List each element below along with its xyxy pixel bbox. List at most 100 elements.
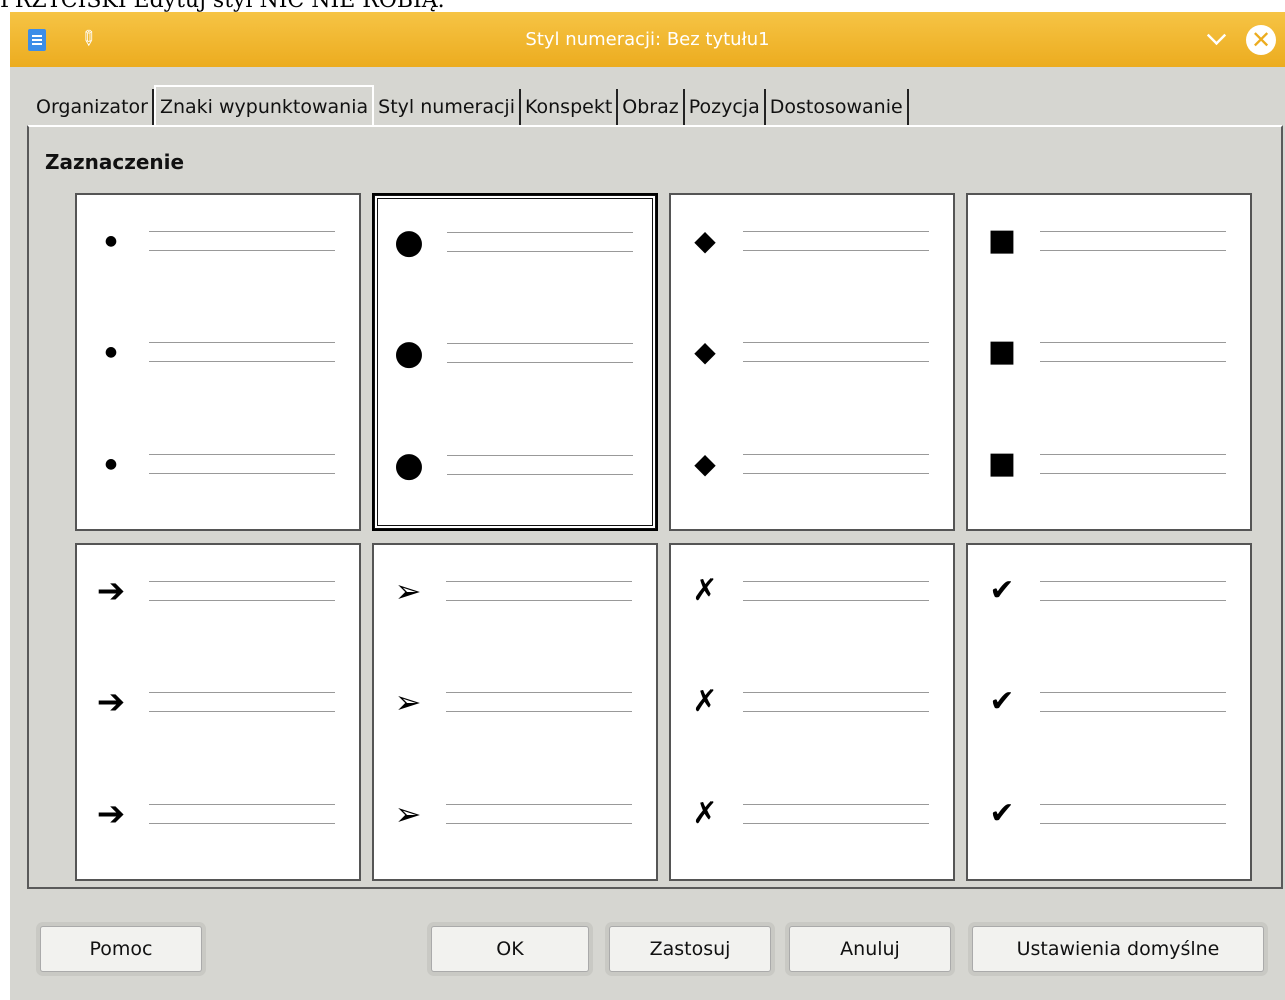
diamond-bullet-icon: ◆ — [694, 224, 716, 257]
preview-row: ● — [375, 222, 655, 262]
tab-organizer[interactable]: Organizator — [32, 89, 154, 125]
large-dot-bullet-icon: ● — [394, 445, 424, 485]
preview-line — [446, 823, 632, 824]
square-bullet-icon: ■ — [987, 446, 1017, 481]
small-dot-bullet-icon: ● — [104, 344, 118, 360]
arrowhead-bullet-icon: ➢ — [394, 683, 422, 721]
tab-panel: Zaznaczenie ● ● ● ● ● ● ◆ ◆ ◆ ■ ■ ■ ➔ ➔ ➔ ➢ ➢ ➢ ✗ ✗ ✗ ✔ ✔ ✔ — [27, 125, 1283, 889]
preview-line — [743, 600, 929, 601]
preview-line — [743, 473, 929, 474]
preview-line — [1040, 692, 1226, 693]
preview-row: ● — [77, 221, 359, 261]
preview-line — [1040, 804, 1226, 805]
apply-button[interactable]: Zastosuj — [609, 926, 771, 972]
bullet-style-small-dot[interactable]: ● ● ● — [75, 193, 361, 531]
preview-line — [1040, 581, 1226, 582]
diamond-bullet-icon: ◆ — [694, 447, 716, 480]
preview-row: ■ — [968, 444, 1250, 484]
arrow-bullet-icon: ➔ — [96, 571, 126, 611]
arrow-bullet-icon: ➔ — [96, 794, 126, 834]
help-button[interactable]: Pomoc — [40, 926, 202, 972]
preview-row: ● — [375, 445, 655, 485]
preview-line — [1040, 823, 1226, 824]
preview-line — [1040, 342, 1226, 343]
small-dot-bullet-icon: ● — [104, 233, 118, 249]
large-dot-bullet-icon: ● — [394, 222, 424, 262]
preview-row: ◆ — [671, 332, 953, 372]
preview-line — [743, 250, 929, 251]
preview-row: ◆ — [671, 221, 953, 261]
preview-row: ◆ — [671, 444, 953, 484]
tab-outline[interactable]: Konspekt — [520, 89, 619, 125]
square-bullet-icon: ■ — [987, 334, 1017, 369]
preview-row: ➢ — [374, 571, 656, 611]
preview-line — [149, 804, 335, 805]
preview-line — [447, 474, 633, 475]
bullet-style-arrowhead[interactable]: ➢ ➢ ➢ — [372, 543, 658, 881]
preview-row: ■ — [968, 332, 1250, 372]
preview-line — [447, 232, 633, 233]
preview-line — [149, 250, 335, 251]
bullet-style-diamond[interactable]: ◆ ◆ ◆ — [669, 193, 955, 531]
ok-button[interactable]: OK — [431, 926, 589, 972]
defaults-button[interactable]: Ustawienia domyślne — [972, 926, 1264, 972]
arrow-bullet-icon: ➔ — [96, 682, 126, 722]
tab-numbering-style[interactable]: Styl numeracji — [374, 89, 521, 125]
preview-line — [149, 454, 335, 455]
preview-row: ➢ — [374, 794, 656, 834]
preview-line — [743, 454, 929, 455]
preview-line — [446, 581, 632, 582]
bullet-style-cross[interactable]: ✗ ✗ ✗ — [669, 543, 955, 881]
window-title: Styl numeracji: Bez tytułu1 — [525, 29, 770, 50]
preview-row: ✔ — [968, 794, 1250, 834]
preview-row: ● — [77, 332, 359, 372]
bullet-style-square[interactable]: ■ ■ ■ — [966, 193, 1252, 531]
preview-line — [447, 362, 633, 363]
cancel-button[interactable]: Anuluj — [789, 926, 951, 972]
preview-line — [149, 231, 335, 232]
preview-line — [149, 692, 335, 693]
diamond-bullet-icon: ◆ — [694, 335, 716, 368]
preview-row: ● — [375, 333, 655, 373]
preview-line — [446, 711, 632, 712]
preview-line — [743, 342, 929, 343]
tab-bar: Organizator Znaki wypunktowania Styl num… — [32, 85, 909, 127]
bullet-style-grid: ● ● ● ● ● ● ◆ ◆ ◆ ■ ■ ■ ➔ ➔ ➔ ➢ ➢ ➢ ✗ ✗ ✗ ✔ ✔ ✔ — [75, 193, 1259, 887]
close-icon[interactable]: ✕ — [1246, 25, 1276, 55]
preview-row: ➔ — [77, 571, 359, 611]
bullet-style-large-dot[interactable]: ● ● ● — [372, 193, 658, 531]
preview-row: ✗ — [671, 794, 953, 834]
bullet-style-checkmark[interactable]: ✔ ✔ ✔ — [966, 543, 1252, 881]
square-bullet-icon: ■ — [987, 223, 1017, 258]
preview-row: ✗ — [671, 571, 953, 611]
tab-image[interactable]: Obraz — [618, 89, 685, 125]
preview-line — [743, 231, 929, 232]
preview-line — [149, 361, 335, 362]
bullet-style-arrow[interactable]: ➔ ➔ ➔ — [75, 543, 361, 881]
preview-line — [743, 711, 929, 712]
cross-bullet-icon: ✗ — [692, 573, 718, 608]
cross-bullet-icon: ✗ — [692, 684, 718, 719]
arrowhead-bullet-icon: ➢ — [394, 572, 422, 610]
preview-line — [1040, 231, 1226, 232]
preview-line — [149, 823, 335, 824]
numbering-style-dialog: ✎ Styl numeracji: Bez tytułu1 ✕ Organiza… — [10, 12, 1285, 1000]
preview-row: ✔ — [968, 682, 1250, 722]
tab-customize[interactable]: Dostosowanie — [765, 89, 909, 125]
arrowhead-bullet-icon: ➢ — [394, 795, 422, 833]
preview-line — [743, 692, 929, 693]
preview-row: ● — [77, 444, 359, 484]
preview-line — [446, 804, 632, 805]
preview-row: ✗ — [671, 682, 953, 722]
checkmark-bullet-icon: ✔ — [989, 684, 1015, 719]
titlebar[interactable]: ✎ Styl numeracji: Bez tytułu1 ✕ — [10, 12, 1285, 67]
preview-line — [447, 251, 633, 252]
preview-row: ✔ — [968, 571, 1250, 611]
preview-line — [743, 804, 929, 805]
tab-bullets[interactable]: Znaki wypunktowania — [153, 85, 375, 127]
preview-row: ➔ — [77, 794, 359, 834]
preview-line — [149, 711, 335, 712]
preview-row: ■ — [968, 221, 1250, 261]
tab-position[interactable]: Pozycja — [684, 89, 766, 125]
preview-line — [447, 455, 633, 456]
